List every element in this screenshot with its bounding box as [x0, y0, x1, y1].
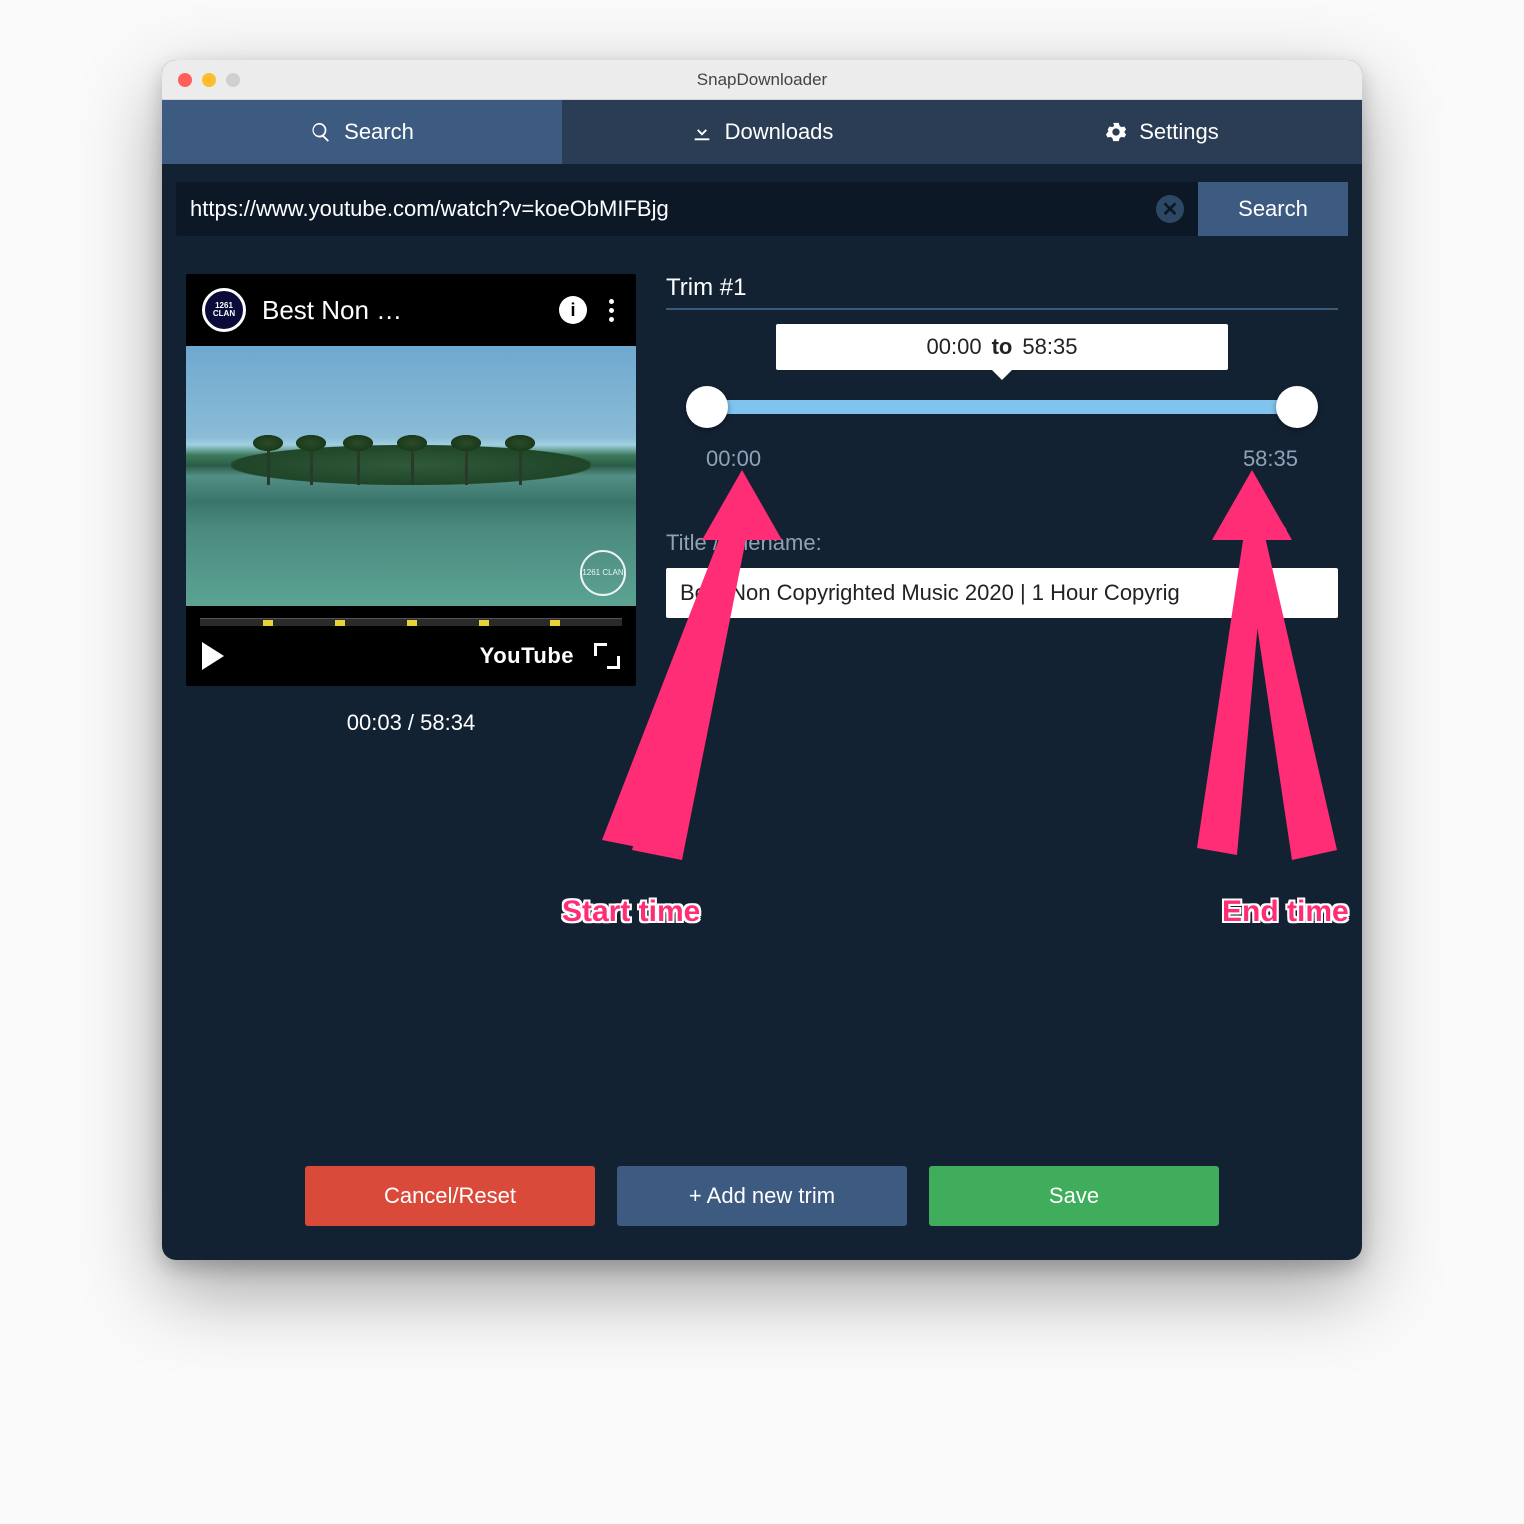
annotation-start-label: Start time	[562, 895, 700, 929]
thumbnail-scene	[231, 445, 591, 485]
youtube-label[interactable]: YouTube	[480, 643, 574, 669]
tab-downloads-label: Downloads	[725, 119, 834, 145]
range-start-label: 00:00	[706, 446, 761, 472]
url-value: https://www.youtube.com/watch?v=koeObMIF…	[190, 196, 1148, 222]
app-window: SnapDownloader Search Downloads Settings…	[162, 60, 1362, 1260]
tab-search-label: Search	[344, 119, 414, 145]
search-row: https://www.youtube.com/watch?v=koeObMIF…	[162, 164, 1362, 246]
filename-input[interactable]: Best Non Copyrighted Music 2020 | 1 Hour…	[666, 568, 1338, 618]
add-trim-button[interactable]: + Add new trim	[617, 1166, 907, 1226]
search-icon	[310, 121, 332, 143]
window-title: SnapDownloader	[162, 70, 1362, 90]
player-header: 1261 CLAN Best Non … i	[186, 274, 636, 346]
video-player[interactable]: 1261 CLAN Best Non … i 1261 CLAN	[186, 274, 636, 686]
info-icon[interactable]: i	[559, 296, 587, 324]
search-button[interactable]: Search	[1198, 182, 1348, 236]
range-tooltip: 00:00 to 58:35	[776, 324, 1228, 370]
video-thumbnail[interactable]: 1261 CLAN	[186, 346, 636, 606]
tab-search[interactable]: Search	[162, 100, 562, 164]
url-input[interactable]: https://www.youtube.com/watch?v=koeObMIF…	[176, 182, 1198, 236]
tooltip-separator: to	[992, 334, 1013, 360]
range-end-label: 58:35	[1243, 446, 1298, 472]
range-handle-end[interactable]	[1276, 386, 1318, 428]
search-button-label: Search	[1238, 196, 1308, 222]
range-labels: 00:00 58:35	[706, 446, 1298, 472]
preview-column: 1261 CLAN Best Non … i 1261 CLAN	[186, 274, 636, 736]
range-fill	[706, 400, 1298, 414]
kebab-menu-icon[interactable]	[603, 299, 620, 322]
action-row: Cancel/Reset + Add new trim Save	[162, 1166, 1362, 1226]
fullscreen-icon[interactable]	[594, 643, 620, 669]
clear-input-icon[interactable]: ✕	[1156, 195, 1184, 223]
trim-heading: Trim #1	[666, 274, 1338, 310]
seek-bar[interactable]	[200, 618, 622, 626]
annotation-end-label: End time	[1222, 895, 1349, 929]
range-handle-start[interactable]	[686, 386, 728, 428]
trim-column: Trim #1 00:00 to 58:35 00:00 58:35 Title	[666, 274, 1338, 736]
tab-downloads[interactable]: Downloads	[562, 100, 962, 164]
channel-logo-icon[interactable]: 1261 CLAN	[202, 288, 246, 332]
watermark-icon: 1261 CLAN	[580, 550, 626, 596]
play-icon[interactable]	[202, 642, 224, 670]
download-icon	[691, 121, 713, 143]
tab-settings[interactable]: Settings	[962, 100, 1362, 164]
video-title: Best Non …	[262, 295, 543, 326]
save-button[interactable]: Save	[929, 1166, 1219, 1226]
channel-logo-text: 1261 CLAN	[205, 302, 243, 318]
trim-range: 00:00 to 58:35 00:00 58:35	[666, 396, 1338, 472]
playback-time: 00:03 / 58:34	[186, 710, 636, 736]
range-track[interactable]	[706, 396, 1298, 416]
filename-label: Title / Filename:	[666, 530, 1338, 556]
main-tabs: Search Downloads Settings	[162, 100, 1362, 164]
gear-icon	[1105, 121, 1127, 143]
tab-settings-label: Settings	[1139, 119, 1219, 145]
player-controls: YouTube	[186, 632, 636, 686]
tooltip-end: 58:35	[1022, 334, 1077, 360]
titlebar: SnapDownloader	[162, 60, 1362, 100]
tooltip-start: 00:00	[927, 334, 982, 360]
main-body: 1261 CLAN Best Non … i 1261 CLAN	[162, 246, 1362, 736]
cancel-button[interactable]: Cancel/Reset	[305, 1166, 595, 1226]
filename-value: Best Non Copyrighted Music 2020 | 1 Hour…	[680, 580, 1180, 606]
